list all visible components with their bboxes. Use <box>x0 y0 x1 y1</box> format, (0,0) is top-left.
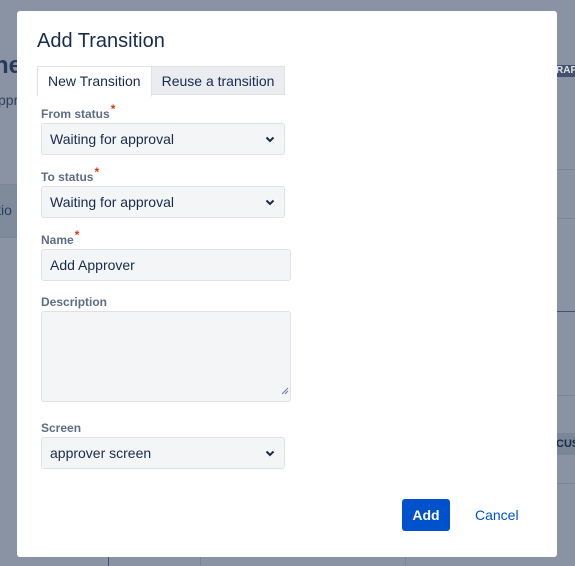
from-status-select[interactable]: Waiting for approval <box>41 123 285 155</box>
chevron-down-icon <box>264 438 276 468</box>
description-label: Description <box>41 295 108 309</box>
description-textarea[interactable] <box>41 311 291 402</box>
required-marker: * <box>94 165 100 179</box>
required-marker: * <box>74 228 80 242</box>
resize-handle-icon[interactable] <box>281 382 289 400</box>
dialog-title: Add Transition <box>37 30 165 52</box>
chevron-down-icon <box>264 187 276 217</box>
background-divider <box>556 218 575 219</box>
background-lozenge: RAF <box>556 65 575 77</box>
to-status-label: To status* <box>41 165 99 184</box>
screen-value: approver screen <box>50 445 152 461</box>
background-divider <box>556 169 575 170</box>
background-divider <box>108 556 109 566</box>
required-marker: * <box>110 102 116 116</box>
background-page-subtitle: ppr <box>0 92 19 108</box>
dialog-tabs: New Transition Reuse a transition <box>37 66 286 97</box>
to-status-label-text: To status <box>41 170 94 184</box>
background-row-text: itio <box>0 202 12 218</box>
background-divider <box>556 395 575 396</box>
background-divider <box>556 483 575 484</box>
name-input[interactable]: Add Approver <box>41 249 291 281</box>
tab-reuse-transition[interactable]: Reuse a transition <box>151 66 286 95</box>
tab-new-transition[interactable]: New Transition <box>37 66 152 97</box>
background-lozenge: CUS <box>556 433 575 455</box>
chevron-down-icon <box>264 124 276 154</box>
name-label: Name* <box>41 228 79 247</box>
to-status-select[interactable]: Waiting for approval <box>41 186 285 218</box>
add-transition-dialog: Add Transition New Transition Reuse a tr… <box>17 11 557 557</box>
screen-select[interactable]: approver screen <box>41 437 285 469</box>
name-label-text: Name <box>41 233 74 247</box>
from-status-label: From status* <box>41 102 115 121</box>
from-status-value: Waiting for approval <box>50 131 174 147</box>
from-status-label-text: From status <box>41 107 110 121</box>
background-divider <box>556 311 575 312</box>
add-button[interactable]: Add <box>402 499 450 531</box>
to-status-value: Waiting for approval <box>50 194 174 210</box>
background-divider <box>200 556 201 566</box>
cancel-button[interactable]: Cancel <box>473 499 521 531</box>
screen-label: Screen <box>41 421 82 435</box>
background-divider <box>405 556 406 566</box>
